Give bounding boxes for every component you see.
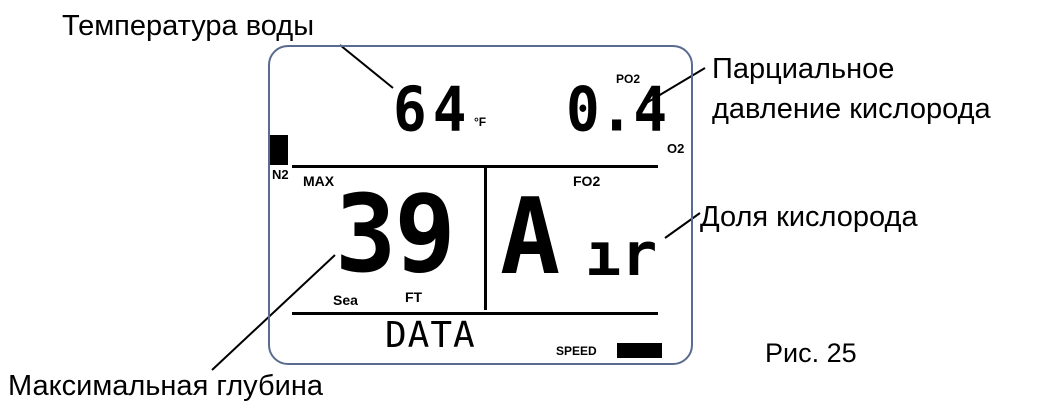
data-mode-label: DATA [385,315,476,356]
temperature-value: 64 [393,74,473,146]
fo2-label: FO2 [573,173,601,189]
speed-label: SPEED [556,344,597,358]
sea-label: Sea [333,292,358,308]
max-depth-value: 39 [335,172,456,298]
air-letters-ir: ır [585,220,658,290]
po2-value: 0.4 [566,74,668,146]
center-divider [484,168,487,310]
air-letter-a: A [500,175,561,299]
speed-bar-indicator [617,343,662,358]
n2-bar-indicator [270,135,288,165]
temperature-unit: °F [474,115,487,129]
o2-label: O2 [667,141,685,156]
n2-label: N2 [272,167,289,182]
ft-label: FT [405,289,423,305]
max-label: MAX [303,173,335,189]
upper-divider [292,165,658,168]
